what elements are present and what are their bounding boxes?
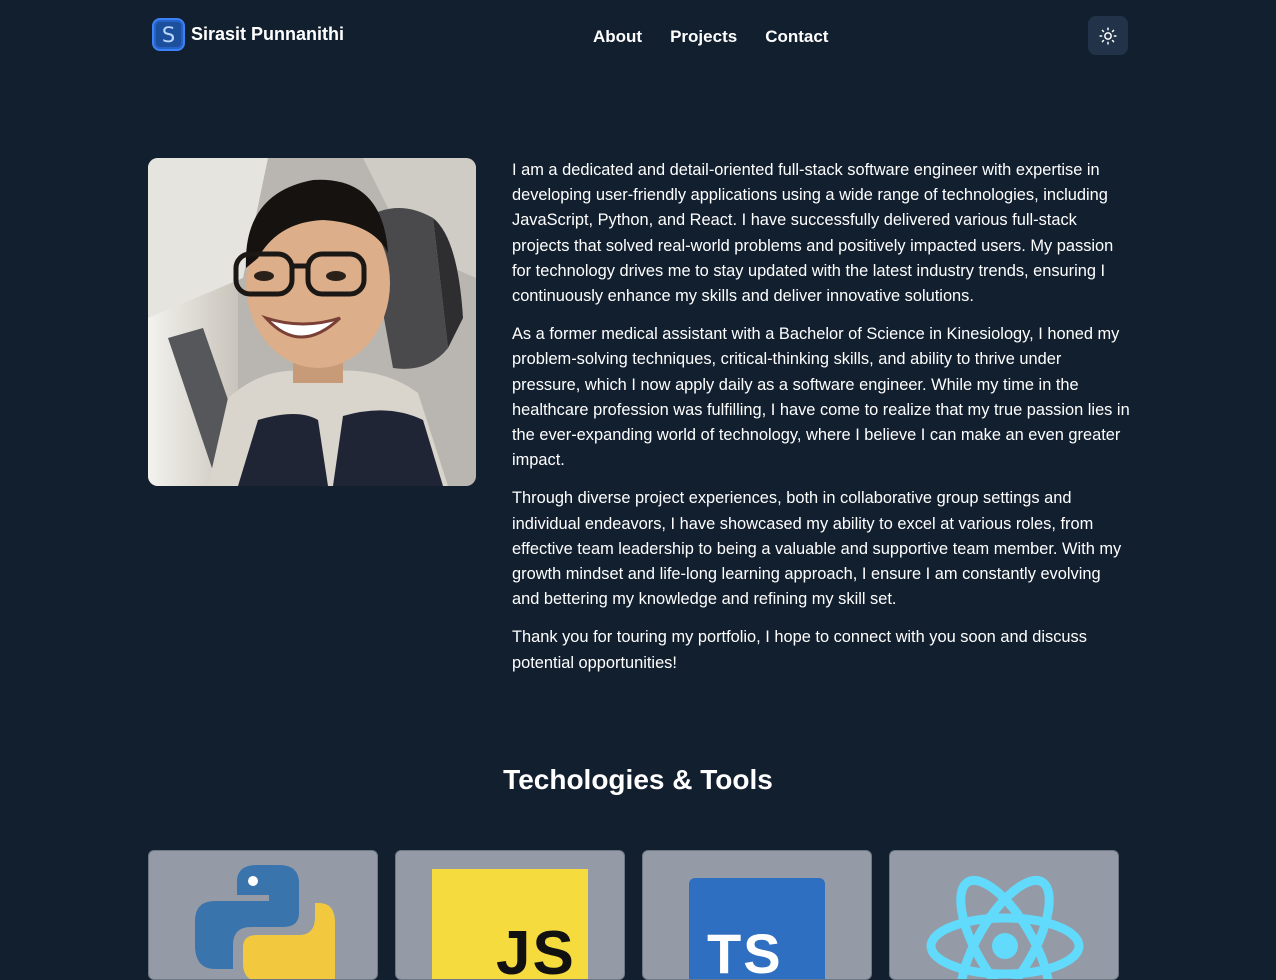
- tech-card-javascript: JS: [395, 850, 625, 980]
- tech-card-python: [148, 850, 378, 980]
- nav-about-link[interactable]: About: [593, 27, 642, 47]
- profile-photo: [148, 158, 476, 486]
- bio-paragraph: Through diverse project experiences, bot…: [512, 489, 1122, 609]
- javascript-logo-text: JS: [496, 919, 576, 980]
- brand-home-link[interactable]: S Sirasit Punnanithi: [152, 18, 344, 51]
- logo-letter: S: [161, 22, 176, 47]
- typescript-logo-text: TS: [707, 922, 783, 980]
- tech-card-typescript: TS: [642, 850, 872, 980]
- nav-contact-link[interactable]: Contact: [765, 27, 828, 47]
- bio-paragraph: As a former medical assistant with a Bac…: [512, 325, 1130, 470]
- python-logo-icon: [195, 865, 335, 979]
- bio-paragraph: I am a dedicated and detail-oriented ful…: [512, 161, 1114, 306]
- brand-name: Sirasit Punnanithi: [191, 24, 345, 44]
- profile-photo-illustration: [148, 158, 476, 486]
- main-nav: About Projects Contact: [593, 27, 856, 47]
- section-title: Techologies & Tools: [503, 764, 773, 795]
- sun-icon: [1099, 26, 1117, 45]
- logo-icon: S: [152, 18, 185, 51]
- bio-paragraph: Thank you for touring my portfolio, I ho…: [512, 628, 1087, 672]
- site-header: S Sirasit Punnanithi About Projects Cont…: [0, 0, 1276, 74]
- bio-text: I am a dedicated and detail-oriented ful…: [512, 158, 1130, 689]
- nav-projects-link[interactable]: Projects: [670, 27, 737, 47]
- react-logo-icon: [926, 875, 1084, 979]
- tech-card-react: [889, 850, 1119, 980]
- tech-grid: JS TS: [148, 850, 1120, 980]
- theme-toggle-button[interactable]: [1088, 16, 1128, 55]
